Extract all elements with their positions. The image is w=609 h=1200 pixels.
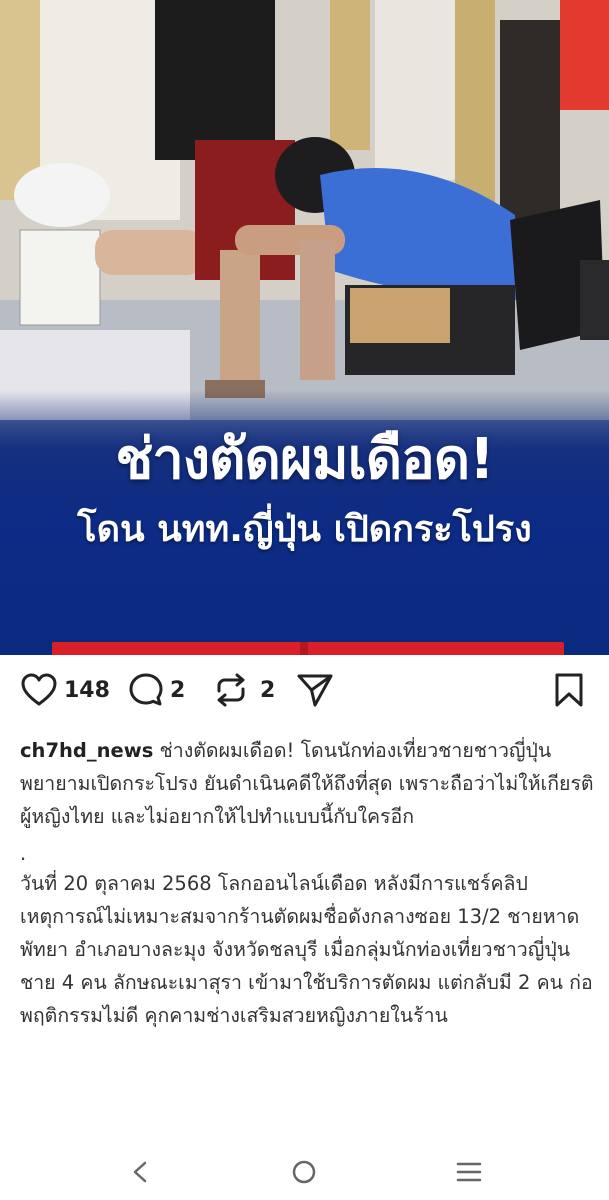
nav-back-button[interactable] [120, 1155, 160, 1189]
comment-icon [129, 673, 163, 706]
repost-icon [217, 673, 245, 707]
recents-icon [456, 1162, 482, 1182]
heart-icon [21, 673, 57, 706]
headline-title: ช่างตัดผมเดือด! [115, 427, 494, 492]
red-accent-divider [300, 642, 308, 655]
red-accent-bar [52, 642, 564, 655]
comment-button[interactable]: 2 [128, 672, 185, 708]
back-icon [133, 1161, 147, 1183]
caption-lead: ch7hd_news ช่างตัดผมเดือด! โดนนักท่องเที… [20, 734, 595, 833]
username-link[interactable]: ch7hd_news [20, 739, 153, 762]
save-button[interactable] [553, 672, 585, 708]
nav-home-button[interactable] [284, 1155, 324, 1189]
caption-body: วันที่ 20 ตุลาคม 2568 โลกออนไลน์เดือด หล… [20, 872, 593, 1027]
system-nav-bar [0, 1145, 609, 1200]
salon-scene-illustration [0, 0, 609, 420]
nav-recents-button[interactable] [449, 1155, 489, 1189]
post-caption: ch7hd_news ช่างตัดผมเดือด! โดนนักท่องเที… [20, 734, 595, 1032]
home-icon [292, 1160, 316, 1184]
like-count: 148 [64, 677, 110, 703]
share-button[interactable] [296, 672, 334, 708]
repost-count: 2 [260, 677, 276, 703]
headline-subtitle: โดน นทท.ญี่ปุ่น เปิดกระโปรง [77, 509, 532, 550]
comment-count: 2 [170, 677, 186, 703]
send-icon [297, 674, 333, 707]
post-image[interactable]: ช่างตัดผมเดือด! โดน นทท.ญี่ปุ่น เปิดกระโ… [0, 0, 609, 655]
like-button[interactable]: 148 [20, 672, 110, 708]
caption-separator: . [20, 842, 27, 865]
bookmark-icon [555, 673, 583, 707]
repost-button[interactable]: 2 [214, 672, 275, 708]
post-actions-bar: 148 2 2 [0, 660, 609, 720]
